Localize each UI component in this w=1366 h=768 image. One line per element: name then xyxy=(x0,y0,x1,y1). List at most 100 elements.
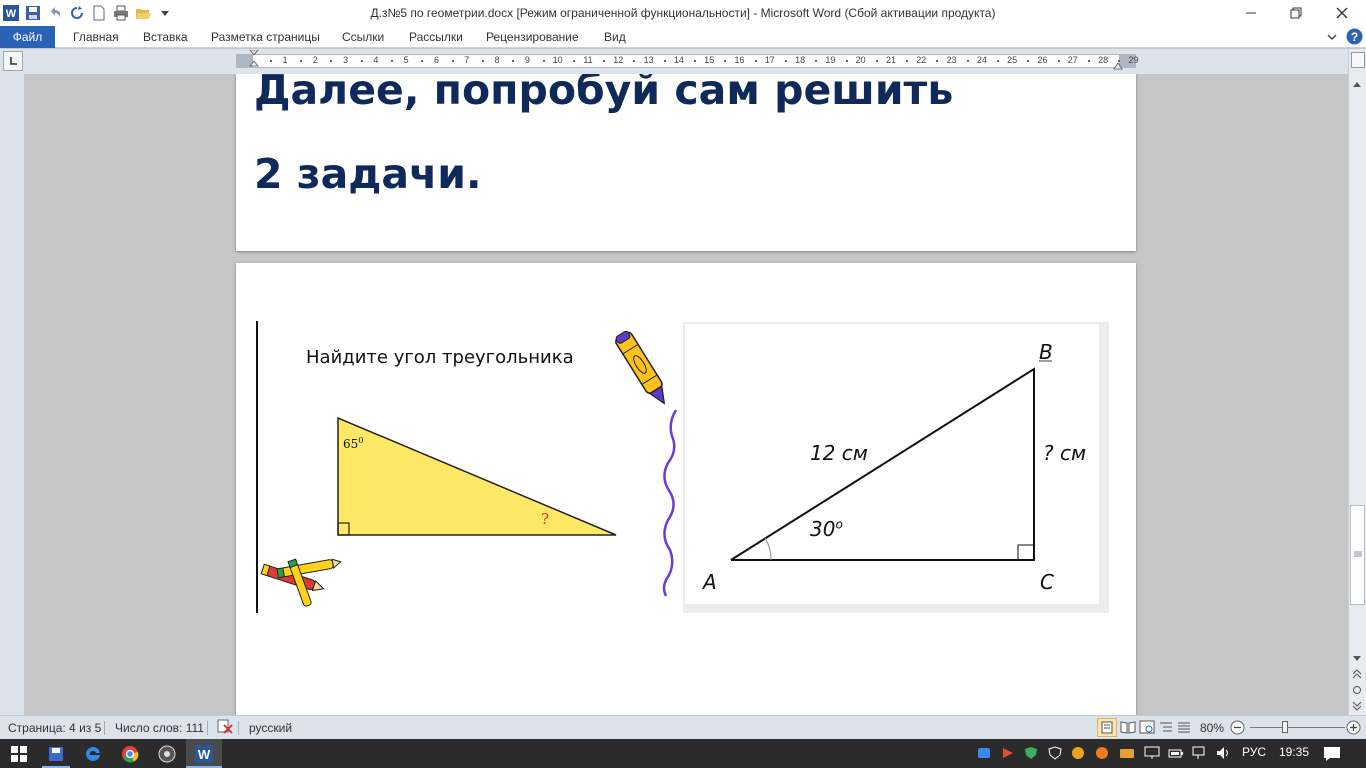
task2-image-canvas: A B C 12 см ? см 30o xyxy=(685,324,1099,604)
new-document-icon[interactable] xyxy=(90,4,108,22)
outline-view-icon[interactable] xyxy=(1158,720,1174,737)
redo-icon[interactable] xyxy=(68,4,86,22)
ruler-label: 28 xyxy=(1098,55,1109,65)
flower-tray-icon[interactable] xyxy=(1071,746,1085,763)
minimize-button[interactable] xyxy=(1228,0,1274,26)
ruler-label: 15 xyxy=(704,55,715,65)
zoom-slider-thumb[interactable] xyxy=(1282,721,1288,733)
ruler-tick xyxy=(360,60,363,62)
taskbar-word-icon[interactable]: W xyxy=(186,739,222,768)
tab-selector-button[interactable] xyxy=(3,51,23,71)
vertical-ruler-area xyxy=(0,74,24,715)
zoom-in-icon[interactable] xyxy=(1346,720,1361,738)
select-browse-object-icon[interactable] xyxy=(1352,684,1362,698)
media-player-icon[interactable] xyxy=(149,739,185,768)
ruler-label: 16 xyxy=(734,55,745,65)
customize-toolbar-icon[interactable] xyxy=(156,4,174,22)
right-indent-marker-icon[interactable] xyxy=(1113,60,1123,70)
scroll-down-icon[interactable] xyxy=(1352,652,1362,666)
ruler-tick xyxy=(542,60,545,62)
draft-view-icon[interactable] xyxy=(1176,720,1192,737)
ruler-tick xyxy=(633,60,636,62)
ribbon-expand-icon[interactable] xyxy=(1326,31,1338,46)
ruler-tick xyxy=(330,60,333,62)
ruler-tick xyxy=(784,60,787,62)
tab-file[interactable]: Файл xyxy=(0,26,55,48)
security-shield-icon[interactable] xyxy=(1024,746,1038,763)
close-button[interactable] xyxy=(1319,0,1365,26)
meeting-tray-icon[interactable] xyxy=(978,746,994,763)
undo-icon[interactable] xyxy=(46,4,64,22)
print-icon[interactable] xyxy=(112,4,130,22)
help-icon[interactable]: ? xyxy=(1346,28,1363,48)
indent-marker-icon[interactable] xyxy=(249,50,259,72)
tab-insert[interactable]: Вставка xyxy=(143,30,188,44)
next-page-icon[interactable] xyxy=(1352,700,1362,714)
tab-references[interactable]: Ссылки xyxy=(342,30,384,44)
taskbar-save-app-icon[interactable] xyxy=(38,739,74,768)
web-layout-icon[interactable] xyxy=(1139,720,1155,737)
tab-mailings[interactable]: Рассылки xyxy=(409,30,463,44)
chrome-browser-icon[interactable] xyxy=(112,739,148,768)
scroll-thumb[interactable] xyxy=(1350,505,1365,605)
previous-page-icon[interactable] xyxy=(1352,668,1362,682)
ruler-label: 21 xyxy=(885,55,897,65)
ruler-label: 18 xyxy=(795,55,806,65)
task2-vertex-c: C xyxy=(1040,570,1054,594)
ruler-label: 4 xyxy=(373,55,379,65)
ruler-tick xyxy=(421,60,424,62)
status-bar: Страница: 4 из 5 Число слов: 111 русский… xyxy=(0,715,1366,739)
vertical-scrollbar[interactable] xyxy=(1348,49,1366,715)
tray-app-icon-red[interactable] xyxy=(1001,746,1015,763)
ruler-label: 10 xyxy=(552,55,563,65)
ruler-tick xyxy=(724,60,727,62)
volume-icon[interactable] xyxy=(1216,746,1232,763)
orange-tray-icon[interactable] xyxy=(1095,746,1109,763)
task2-vertex-b: B xyxy=(1039,340,1053,364)
print-layout-icon[interactable] xyxy=(1097,718,1117,737)
view-ruler-icon[interactable] xyxy=(1351,52,1365,68)
status-word-count[interactable]: Число слов: 111 xyxy=(115,721,204,735)
ruler-label: 22 xyxy=(916,55,927,65)
ruler-label: 13 xyxy=(643,55,654,65)
task2-triangle-figure xyxy=(730,360,1052,561)
tab-home[interactable]: Главная xyxy=(73,30,119,44)
battery-icon[interactable] xyxy=(1168,746,1184,763)
task1-title: Найдите угол треугольника xyxy=(306,347,574,368)
page-previous: Далее, попробуй сам решить 2 задачи. xyxy=(236,74,1136,251)
action-center-icon[interactable] xyxy=(1323,746,1341,765)
task2-vertex-a: A xyxy=(703,570,717,594)
start-button[interactable] xyxy=(0,739,38,768)
status-language[interactable]: русский xyxy=(249,721,292,735)
zoom-level[interactable]: 80% xyxy=(1200,721,1224,735)
ruler-tick xyxy=(966,60,969,62)
ruler-label: 29 xyxy=(1128,55,1139,65)
restore-button[interactable] xyxy=(1273,0,1319,26)
network-icon[interactable] xyxy=(1192,746,1208,763)
edge-browser-icon[interactable] xyxy=(75,739,111,768)
ruler-tick xyxy=(754,60,757,62)
clock[interactable]: 19:35 xyxy=(1279,745,1309,759)
tab-view[interactable]: Вид xyxy=(604,30,626,44)
open-folder-icon[interactable] xyxy=(134,4,152,22)
horizontal-ruler[interactable]: 1 2 3 4 5 6 7 8 9 10 11 12 13 14 15 16 17 18 19 20 21 22 23 24 2… xyxy=(236,50,1139,70)
proofing-icon[interactable] xyxy=(216,719,234,738)
ruler-label: 11 xyxy=(583,55,593,65)
tab-review[interactable]: Рецензирование xyxy=(486,30,579,44)
full-screen-reading-icon[interactable] xyxy=(1120,720,1136,737)
ruler-tick xyxy=(512,60,515,62)
drive-tray-icon[interactable] xyxy=(1119,746,1135,763)
word-app-icon[interactable]: W xyxy=(2,4,20,22)
defender-icon[interactable] xyxy=(1048,746,1062,763)
ruler-label: 23 xyxy=(946,55,957,65)
zoom-out-icon[interactable] xyxy=(1230,720,1245,738)
tab-page-layout[interactable]: Разметка страницы xyxy=(211,30,320,44)
save-icon[interactable] xyxy=(24,4,42,22)
title-bar: W Д.з№5 по геометрии.docx [Режим огранич… xyxy=(0,0,1366,26)
zoom-slider[interactable] xyxy=(1250,727,1345,728)
status-page[interactable]: Страница: 4 из 5 xyxy=(8,721,101,735)
ruler-tick xyxy=(1027,60,1030,62)
display-tray-icon[interactable] xyxy=(1144,746,1160,763)
scroll-up-icon[interactable] xyxy=(1352,77,1362,91)
keyboard-language[interactable]: РУС xyxy=(1242,745,1266,759)
